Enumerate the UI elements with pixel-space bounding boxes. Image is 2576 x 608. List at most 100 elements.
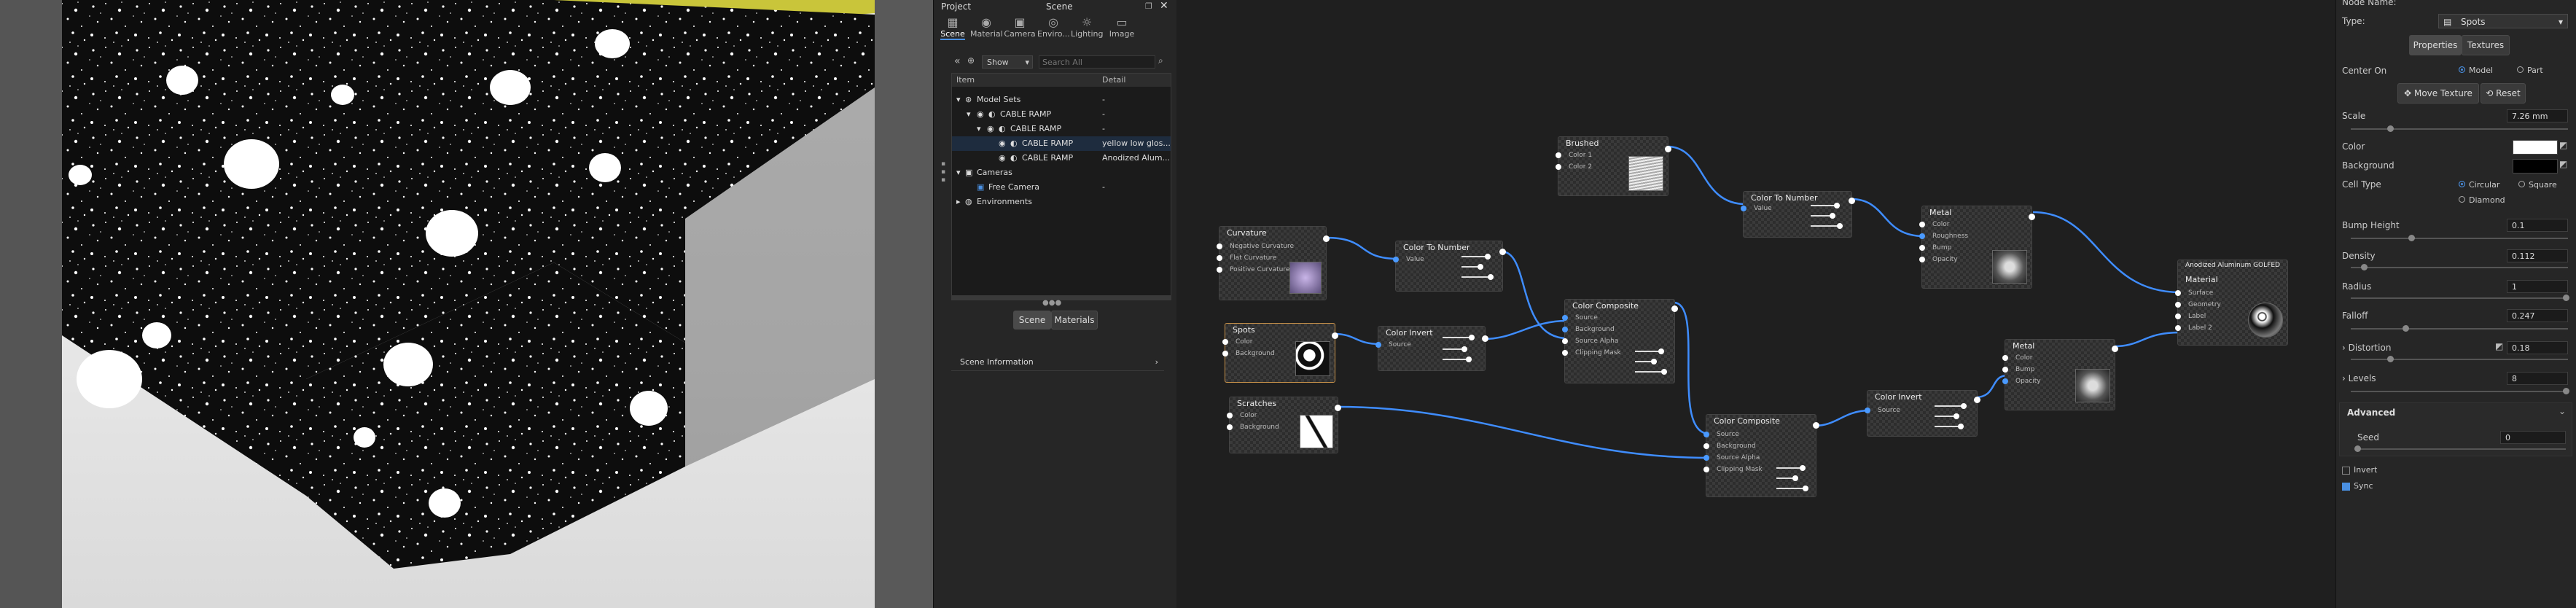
tree-row[interactable]: ▾ ◉ ◐ CABLE RAMP - xyxy=(952,107,1171,122)
node-slider[interactable] xyxy=(1443,335,1475,340)
port[interactable]: Color xyxy=(1222,338,1253,346)
levels-field[interactable]: 8 xyxy=(2507,372,2568,385)
port[interactable]: Geometry xyxy=(2175,301,2221,308)
cell-square-radio[interactable]: Square xyxy=(2518,180,2557,190)
tree-row[interactable]: ▣ Free Camera - xyxy=(952,180,1171,195)
lock-icon[interactable]: ◐ xyxy=(1010,139,1018,148)
color-swatch[interactable] xyxy=(2513,140,2558,155)
port[interactable]: Background xyxy=(1222,350,1275,357)
port[interactable]: Color xyxy=(2002,354,2033,362)
port[interactable]: Color 2 xyxy=(1555,163,1592,171)
distortion-slider[interactable] xyxy=(2351,356,2568,362)
port[interactable]: Label 2 xyxy=(2175,324,2212,332)
invert-checkbox[interactable] xyxy=(2342,467,2350,475)
node-slider[interactable] xyxy=(1776,475,1798,481)
lock-icon[interactable]: ◐ xyxy=(999,124,1006,133)
node-metal[interactable]: Metal Color Roughness Bump Opacity xyxy=(1919,206,2035,289)
side-handle-icon[interactable]: ▪ ▪ ▪ xyxy=(941,160,945,184)
node-slider[interactable] xyxy=(1776,486,1808,491)
port[interactable]: Label xyxy=(2174,313,2206,320)
node-graph-canvas[interactable] xyxy=(1176,0,2335,608)
scale-slider[interactable] xyxy=(2351,125,2568,132)
node-slider[interactable] xyxy=(1935,413,1959,419)
port[interactable]: Positive Curvature xyxy=(1216,266,1289,273)
tree-row[interactable]: ▸ ◍ Environments xyxy=(952,195,1171,209)
slider-knob[interactable] xyxy=(2563,388,2570,394)
tree-row[interactable]: ▾ ⊛ Model Sets - xyxy=(952,93,1171,107)
port[interactable]: Source xyxy=(1375,341,1411,348)
port[interactable]: Flat Curvature xyxy=(1216,254,1276,262)
tab-environment[interactable]: ◎ Enviro... xyxy=(1037,16,1070,39)
node-slider[interactable] xyxy=(1443,346,1467,352)
port[interactable]: Bump xyxy=(2002,366,2034,373)
texture-link-icon[interactable]: ◩ xyxy=(2559,159,2567,169)
column-item[interactable]: Item xyxy=(956,75,975,85)
close-icon[interactable]: ✕ xyxy=(1160,0,1168,12)
tab-material[interactable]: ◉ Material xyxy=(970,16,1003,39)
visibility-icon[interactable]: ◉ xyxy=(999,153,1006,163)
visibility-icon[interactable]: ◉ xyxy=(999,139,1006,148)
output-port[interactable] xyxy=(1849,198,1855,204)
node-slider[interactable] xyxy=(1811,213,1835,219)
node-slider[interactable] xyxy=(1935,403,1967,409)
output-port[interactable] xyxy=(1335,405,1341,411)
levels-label[interactable]: › Levels xyxy=(2342,373,2376,383)
lock-icon[interactable]: ◐ xyxy=(1010,153,1018,163)
slider-knob[interactable] xyxy=(2354,445,2361,452)
add-icon[interactable]: ⊕ xyxy=(967,55,975,66)
node-color-to-number[interactable]: Color To Number Value xyxy=(1393,241,1506,292)
node-scratches[interactable]: Scratches Color Background xyxy=(1227,397,1341,453)
output-port[interactable] xyxy=(1482,335,1488,342)
node-slider[interactable] xyxy=(1443,356,1472,362)
tab-textures[interactable]: Textures xyxy=(2462,35,2510,55)
column-detail[interactable]: Detail xyxy=(1102,75,1125,85)
search-input[interactable] xyxy=(1039,55,1155,69)
port[interactable]: Surface xyxy=(2174,289,2213,297)
output-port[interactable] xyxy=(2029,214,2035,220)
slider-knob[interactable] xyxy=(2386,356,2394,362)
center-part-radio[interactable]: Part xyxy=(2517,66,2543,75)
output-port[interactable] xyxy=(1332,332,1338,339)
node-slider[interactable] xyxy=(1935,424,1964,429)
port[interactable]: Roughness xyxy=(1919,233,1968,240)
slider-knob[interactable] xyxy=(2563,295,2570,301)
scene-information-section[interactable]: Scene Information › xyxy=(951,354,1164,371)
port[interactable]: Source Alpha xyxy=(1561,338,1618,345)
port[interactable]: Value xyxy=(1741,205,1772,212)
density-field[interactable]: 0.112 xyxy=(2507,249,2568,262)
port[interactable]: Bump xyxy=(1919,244,1951,252)
node-slider[interactable] xyxy=(1635,369,1667,375)
seed-field[interactable]: 0 xyxy=(2500,431,2566,444)
cell-circular-radio[interactable]: Circular xyxy=(2459,180,2499,190)
port[interactable]: Opacity xyxy=(1919,256,1958,263)
output-port[interactable] xyxy=(1499,249,1506,255)
lock-icon[interactable]: ◐ xyxy=(988,109,996,119)
tab-scene[interactable]: ▦ Scene xyxy=(937,16,969,40)
type-dropdown[interactable]: ▤ Spots ▾ xyxy=(2438,14,2568,28)
tab-bottom-scene[interactable]: Scene xyxy=(1013,311,1051,330)
node-spots[interactable]: Spots Color Background xyxy=(1222,323,1338,383)
project-title[interactable]: Project xyxy=(941,1,971,12)
node-slider[interactable] xyxy=(1635,348,1664,354)
node-slider[interactable] xyxy=(1635,359,1657,365)
tab-bottom-materials[interactable]: Materials xyxy=(1051,311,1098,330)
port[interactable]: Color xyxy=(1227,412,1257,419)
node-brushed[interactable]: Brushed Color 1 Color 2 xyxy=(1555,136,1671,196)
node-material-output[interactable]: Anodized Aluminum GOLFED Material Surfac… xyxy=(2174,260,2288,346)
tree-row[interactable]: ▾ ▣ Cameras xyxy=(952,165,1171,180)
node-slider[interactable] xyxy=(1461,264,1483,270)
radius-slider[interactable] xyxy=(2351,295,2570,301)
port[interactable]: Source xyxy=(1865,407,1900,414)
node-color-composite[interactable]: Color Composite Source Background Source… xyxy=(1703,414,1819,497)
tab-camera[interactable]: ▣ Camera xyxy=(1004,16,1036,39)
output-port[interactable] xyxy=(1813,422,1819,429)
advanced-label[interactable]: Advanced xyxy=(2347,408,2395,418)
tree-row[interactable]: ◉ ◐ CABLE RAMP Anodized Alum... xyxy=(952,151,1171,165)
port[interactable]: Opacity xyxy=(2002,378,2041,385)
output-port[interactable] xyxy=(1974,397,1980,403)
density-slider[interactable] xyxy=(2351,264,2568,270)
slider-knob[interactable] xyxy=(2360,264,2368,270)
falloff-field[interactable]: 0.247 xyxy=(2507,309,2568,322)
output-port[interactable] xyxy=(1671,305,1678,312)
port[interactable]: Source xyxy=(1703,431,1739,438)
